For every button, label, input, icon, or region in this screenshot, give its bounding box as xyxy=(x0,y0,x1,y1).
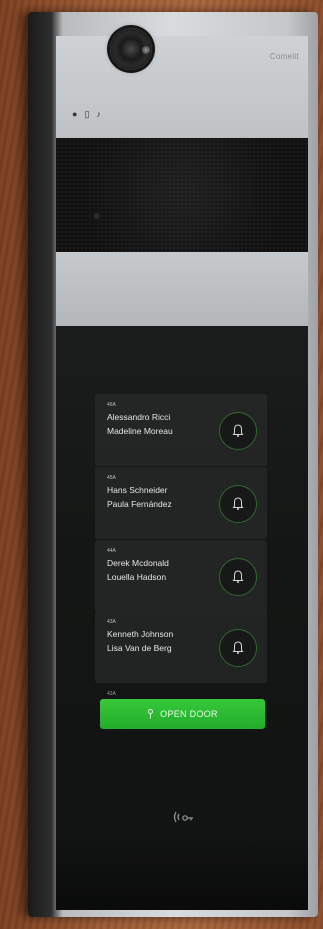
bell-icon xyxy=(232,424,244,437)
camera-panel xyxy=(56,138,308,254)
bell-icon xyxy=(232,497,244,510)
door-status-icon: ▯ xyxy=(84,109,90,119)
bell-status-icon: ● xyxy=(72,109,78,119)
resident-name: Lisa Van de Berg xyxy=(107,643,172,653)
apartment-number: 45A xyxy=(107,475,116,481)
light-sensor xyxy=(94,213,100,219)
camera-lens-reflection xyxy=(142,46,150,54)
resident-card[interactable]: 43A Kenneth Johnson Lisa Van de Berg xyxy=(95,611,267,683)
open-door-label: OPEN DOOR xyxy=(160,709,218,719)
apartment-number: 46A xyxy=(107,402,116,408)
bottom-shadow xyxy=(56,840,308,910)
mid-metal-panel xyxy=(56,252,308,326)
brand-logo: Comelit xyxy=(269,52,299,61)
open-door-button[interactable]: OPEN DOOR xyxy=(100,699,265,729)
resident-card[interactable]: 45A Hans Schneider Paula Fernández xyxy=(95,467,267,539)
apartment-number: 43A xyxy=(107,619,116,625)
bell-icon xyxy=(232,570,244,583)
audio-status-icon: ♪ xyxy=(96,109,101,119)
resident-name: Hans Schneider xyxy=(107,485,168,495)
status-icons: ● ▯ ♪ xyxy=(72,110,101,119)
nfc-reader-icon[interactable] xyxy=(170,804,196,830)
call-bell-button[interactable] xyxy=(219,485,257,523)
bell-icon xyxy=(232,641,244,654)
resident-name: Derek Mcdonald xyxy=(107,558,169,568)
call-bell-button[interactable] xyxy=(219,558,257,596)
resident-name: Alessandro Ricci xyxy=(107,412,171,422)
resident-card[interactable]: 44A Derek Mcdonald Louella Hadson xyxy=(95,540,267,612)
resident-name: Louella Hadson xyxy=(107,572,167,582)
call-bell-button[interactable] xyxy=(219,412,257,450)
next-apartment-label: 42A xyxy=(107,691,116,697)
resident-name: Madeline Moreau xyxy=(107,426,173,436)
resident-name: Kenneth Johnson xyxy=(107,629,174,639)
apartment-number: 44A xyxy=(107,548,116,554)
call-bell-button[interactable] xyxy=(219,629,257,667)
resident-card[interactable]: 46A Alessandro Ricci Madeline Moreau xyxy=(95,394,267,466)
resident-name: Paula Fernández xyxy=(107,499,172,509)
key-icon xyxy=(148,709,154,719)
